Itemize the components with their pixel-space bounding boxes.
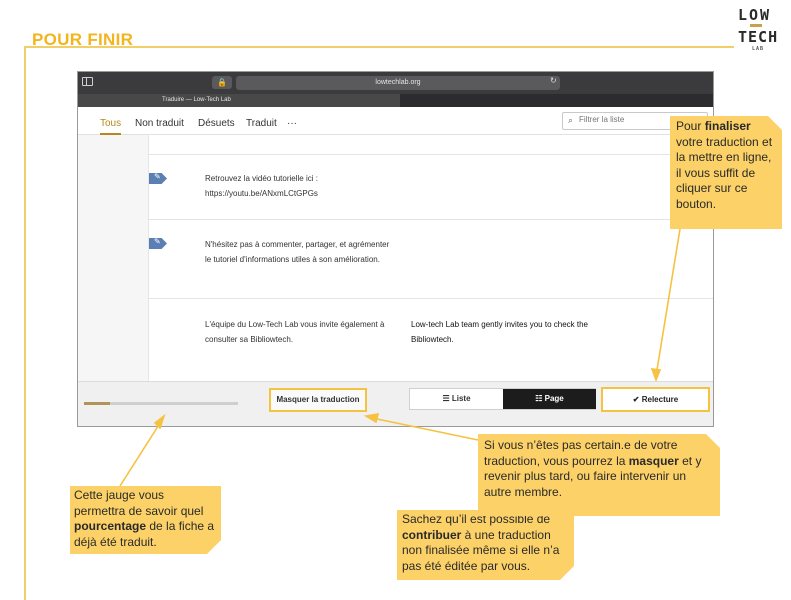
callout-gauge: Cette jauge vous permettra de savoir que… <box>70 486 221 554</box>
callout-contribuer: Sachez qu’il est possible de contribuer … <box>397 510 574 580</box>
callout-masquer: Si vous n’êtes pas certain.e de votre tr… <box>478 434 720 516</box>
callout-finaliser: Pour finaliser votre traduction et la me… <box>670 116 782 229</box>
